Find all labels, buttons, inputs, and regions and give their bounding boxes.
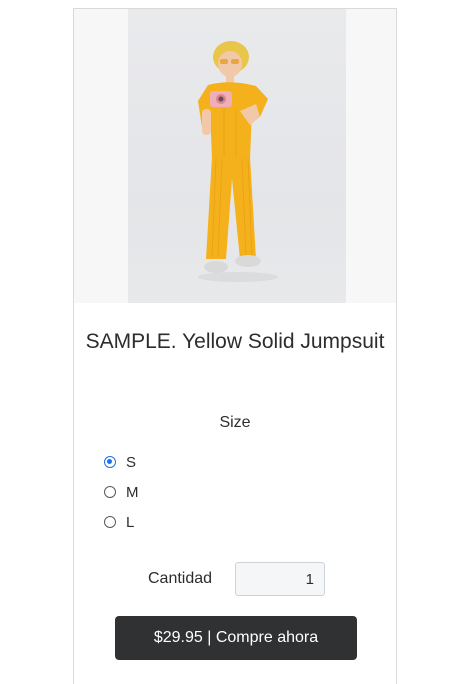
size-label: Size: [219, 414, 251, 431]
buy-now-button[interactable]: $29.95 | Compre ahora: [115, 616, 357, 660]
size-option-m[interactable]: M: [104, 477, 139, 507]
size-radio-m[interactable]: [104, 486, 116, 498]
size-option-label: S: [126, 453, 137, 471]
size-option-s[interactable]: S: [104, 447, 139, 477]
size-option-label: L: [126, 513, 135, 531]
quantity-input[interactable]: [235, 562, 325, 596]
product-image-container: [74, 9, 396, 303]
size-radio-s[interactable]: [104, 456, 116, 468]
size-radio-l[interactable]: [104, 516, 116, 528]
product-card: SAMPLE. Yellow Solid Jumpsuit Size S M L…: [73, 8, 397, 684]
size-options: S M L: [104, 447, 139, 537]
product-photo[interactable]: [128, 9, 346, 303]
quantity-row: Cantidad: [74, 562, 396, 598]
product-title: SAMPLE. Yellow Solid Jumpsuit: [85, 330, 385, 353]
size-option-label: M: [126, 483, 139, 501]
quantity-label: Cantidad: [148, 570, 213, 587]
model-illustration: [198, 41, 278, 282]
size-option-l[interactable]: L: [104, 507, 139, 537]
